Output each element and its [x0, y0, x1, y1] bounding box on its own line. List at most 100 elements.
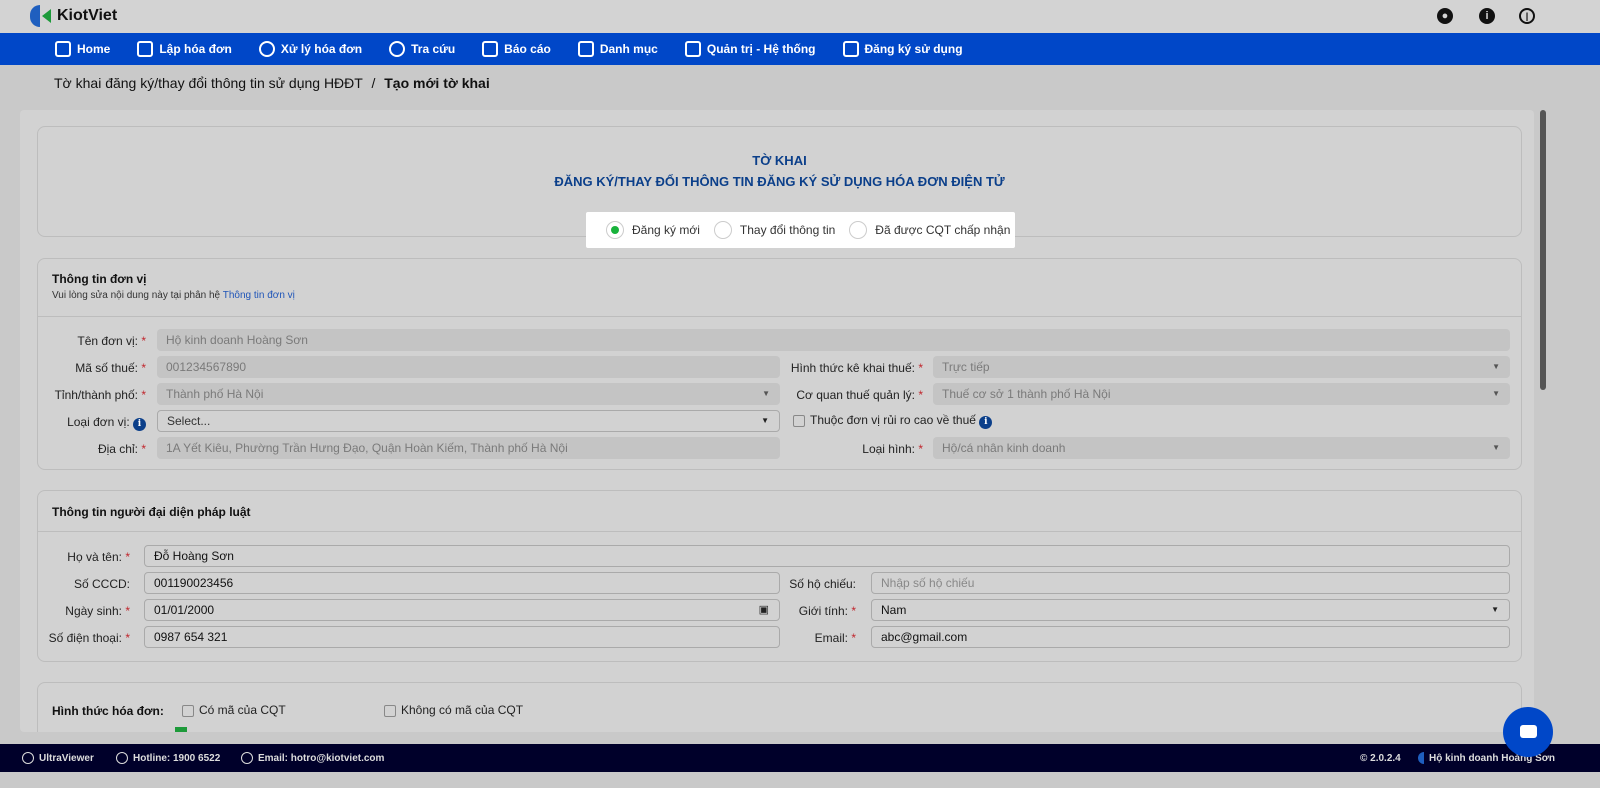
- radio-label: Thay đổi thông tin: [739, 223, 836, 237]
- unit-info-section: Thông tin đơn vị Vui lòng sửa nội dung n…: [37, 258, 1522, 470]
- label: Số CCCD:: [73, 577, 130, 591]
- nav-label: Đăng ký sử dụng: [864, 42, 963, 56]
- dob-input[interactable]: 01/01/2000 ▣: [144, 599, 780, 621]
- unit-name-field: Hộ kinh doanh Hoàng Sơn: [157, 329, 1510, 351]
- checkbox-label: Có mã của CQT: [199, 703, 286, 717]
- nav-admin[interactable]: Quản trị - Hệ thống: [684, 41, 816, 57]
- nav-register[interactable]: Đăng ký sử dụng: [842, 41, 963, 57]
- invoice-type-label: Hình thức hóa đơn:: [52, 704, 164, 718]
- radio-label: Đã được CQT chấp nhận: [875, 223, 1011, 237]
- form-title: TỜ KHAI: [752, 153, 807, 168]
- footer: UltraViewer Hotline: 1900 6522 Email: ho…: [0, 744, 1600, 772]
- phone-icon: [116, 752, 128, 764]
- checkbox-label: Thuộc đơn vị rủi ro cao về thuế: [810, 413, 976, 427]
- label: Tỉnh/thành phố: *: [54, 388, 146, 402]
- checkbox-label: Không có mã của CQT: [401, 703, 524, 717]
- form-header-section: TỜ KHAI ĐĂNG KÝ/THAY ĐỔI THÔNG TIN ĐĂNG …: [37, 126, 1522, 248]
- form-card: TỜ KHAI ĐĂNG KÝ/THAY ĐỔI THÔNG TIN ĐĂNG …: [20, 110, 1534, 732]
- label: Địa chỉ: *: [97, 442, 146, 456]
- radio-label: Đăng ký mới: [632, 223, 700, 237]
- high-risk-checkbox[interactable]: Thuộc đơn vị rủi ro cao về thuế i: [793, 413, 993, 429]
- radio-new-registration[interactable]: Đăng ký mới: [606, 221, 700, 239]
- email-input[interactable]: abc@gmail.com: [871, 626, 1510, 648]
- report-icon: [482, 41, 499, 57]
- gender-select[interactable]: Nam ▼: [871, 599, 1510, 621]
- passport-input[interactable]: Nhập số hộ chiếu: [871, 572, 1510, 594]
- registration-type-radio-group: Đăng ký mới Thay đổi thông tin Đã được C…: [586, 212, 1015, 248]
- scrollbar[interactable]: [1540, 110, 1546, 390]
- version: © 2.0.2.4: [1360, 752, 1401, 764]
- edit-doc-icon: [842, 41, 859, 57]
- id-number-input[interactable]: 001190023456: [144, 572, 780, 594]
- label: Số hộ chiếu:: [789, 577, 856, 591]
- green-marker: [175, 727, 187, 732]
- top-bar: KiotViet ● i |: [0, 0, 1600, 33]
- label: Số điện thoại: *: [48, 631, 130, 645]
- breadcrumb-separator: /: [371, 75, 376, 91]
- nav-label: Lập hóa đơn: [159, 42, 232, 56]
- invoice-type-section: Hình thức hóa đơn: Có mã của CQT Không c…: [37, 682, 1522, 732]
- section-title: Thông tin đơn vị: [52, 272, 147, 286]
- process-icon: [258, 41, 275, 57]
- admin-icon: [684, 41, 701, 57]
- info-icon[interactable]: i: [1479, 8, 1495, 24]
- nav-label: Quản trị - Hệ thống: [706, 42, 816, 56]
- label: Mã số thuế: *: [75, 361, 146, 375]
- city-select: Thành phố Hà Nội ▼: [157, 383, 780, 405]
- nav-lookup[interactable]: Tra cứu: [389, 41, 455, 57]
- tax-agency-select: Thuế cơ sở 1 thành phố Hà Nội ▼: [933, 383, 1510, 405]
- checkbox-without-cqt-code[interactable]: Không có mã của CQT: [384, 703, 523, 717]
- power-icon[interactable]: |: [1519, 8, 1535, 24]
- grid-icon: [577, 41, 594, 57]
- business-type-select: Hộ/cá nhân kinh doanh ▼: [933, 437, 1510, 459]
- invoice-add-icon: [137, 41, 154, 57]
- chat-icon: [1520, 725, 1537, 738]
- phone-input[interactable]: 0987 654 321: [144, 626, 780, 648]
- home-icon: [55, 41, 71, 57]
- nav-label: Báo cáo: [504, 42, 551, 56]
- radio-accepted[interactable]: Đã được CQT chấp nhận: [849, 221, 1010, 239]
- checkbox-with-cqt-code[interactable]: Có mã của CQT: [182, 703, 286, 717]
- label: Loại hình: *: [862, 442, 923, 456]
- ultraviewer-link[interactable]: UltraViewer: [22, 752, 94, 764]
- section-title: Thông tin người đại diện pháp luật: [52, 505, 251, 519]
- unit-info-link[interactable]: Thông tin đơn vị: [223, 290, 295, 301]
- nav-home[interactable]: Home: [55, 41, 110, 57]
- bottom-strip: [0, 772, 1600, 788]
- nav-label: Danh mục: [599, 42, 658, 56]
- nav-create-invoice[interactable]: Lập hóa đơn: [137, 41, 232, 57]
- mail-icon: [241, 752, 253, 764]
- nav-catalog[interactable]: Danh mục: [577, 41, 658, 57]
- label: Ngày sinh: *: [65, 604, 130, 618]
- support-email[interactable]: Email: hotro@kiotviet.com: [241, 752, 384, 764]
- chat-button[interactable]: [1503, 707, 1553, 757]
- breadcrumb-current: Tạo mới tờ khai: [384, 75, 490, 91]
- full-name-input[interactable]: Đỗ Hoàng Sơn: [144, 545, 1510, 567]
- label: Giới tính: *: [798, 604, 856, 618]
- nav-process-invoice[interactable]: Xử lý hóa đơn: [258, 41, 363, 57]
- form-subtitle: ĐĂNG KÝ/THAY ĐỔI THÔNG TIN ĐĂNG KÝ SỬ DỤ…: [554, 174, 1005, 189]
- info-icon[interactable]: i: [979, 416, 993, 429]
- breadcrumb-parent[interactable]: Tờ khai đăng ký/thay đổi thông tin sử dụ…: [54, 75, 363, 91]
- breadcrumb: Tờ khai đăng ký/thay đổi thông tin sử dụ…: [54, 75, 490, 91]
- user-icon[interactable]: ●: [1437, 8, 1453, 24]
- label: Cơ quan thuế quản lý: *: [796, 388, 923, 402]
- nav-label: Xử lý hóa đơn: [280, 42, 363, 56]
- kiotviet-logo[interactable]: KiotViet: [30, 5, 117, 27]
- section-note: Vui lòng sửa nội dung này tại phân hệ Th…: [52, 290, 295, 301]
- legal-rep-section: Thông tin người đại diện pháp luật Họ và…: [37, 490, 1522, 662]
- nav-reports[interactable]: Báo cáo: [482, 41, 551, 57]
- info-icon[interactable]: i: [133, 418, 146, 431]
- label: Tên đơn vị: *: [77, 334, 146, 348]
- label: Họ và tên: *: [67, 550, 130, 564]
- radio-change-info[interactable]: Thay đổi thông tin: [713, 221, 836, 239]
- declaration-select: Trực tiếp ▼: [933, 356, 1510, 378]
- nav-label: Home: [77, 42, 111, 56]
- nav-label: Tra cứu: [411, 42, 456, 56]
- label: Loại đơn vị: i: [38, 415, 146, 431]
- tax-code-field: 001234567890: [157, 356, 780, 378]
- unit-type-select[interactable]: Select... ▼: [157, 410, 780, 432]
- search-icon: [389, 41, 406, 57]
- app-name: KiotViet: [57, 7, 118, 24]
- main-nav: Home Lập hóa đơn Xử lý hóa đơn Tra cứu B…: [0, 33, 1600, 65]
